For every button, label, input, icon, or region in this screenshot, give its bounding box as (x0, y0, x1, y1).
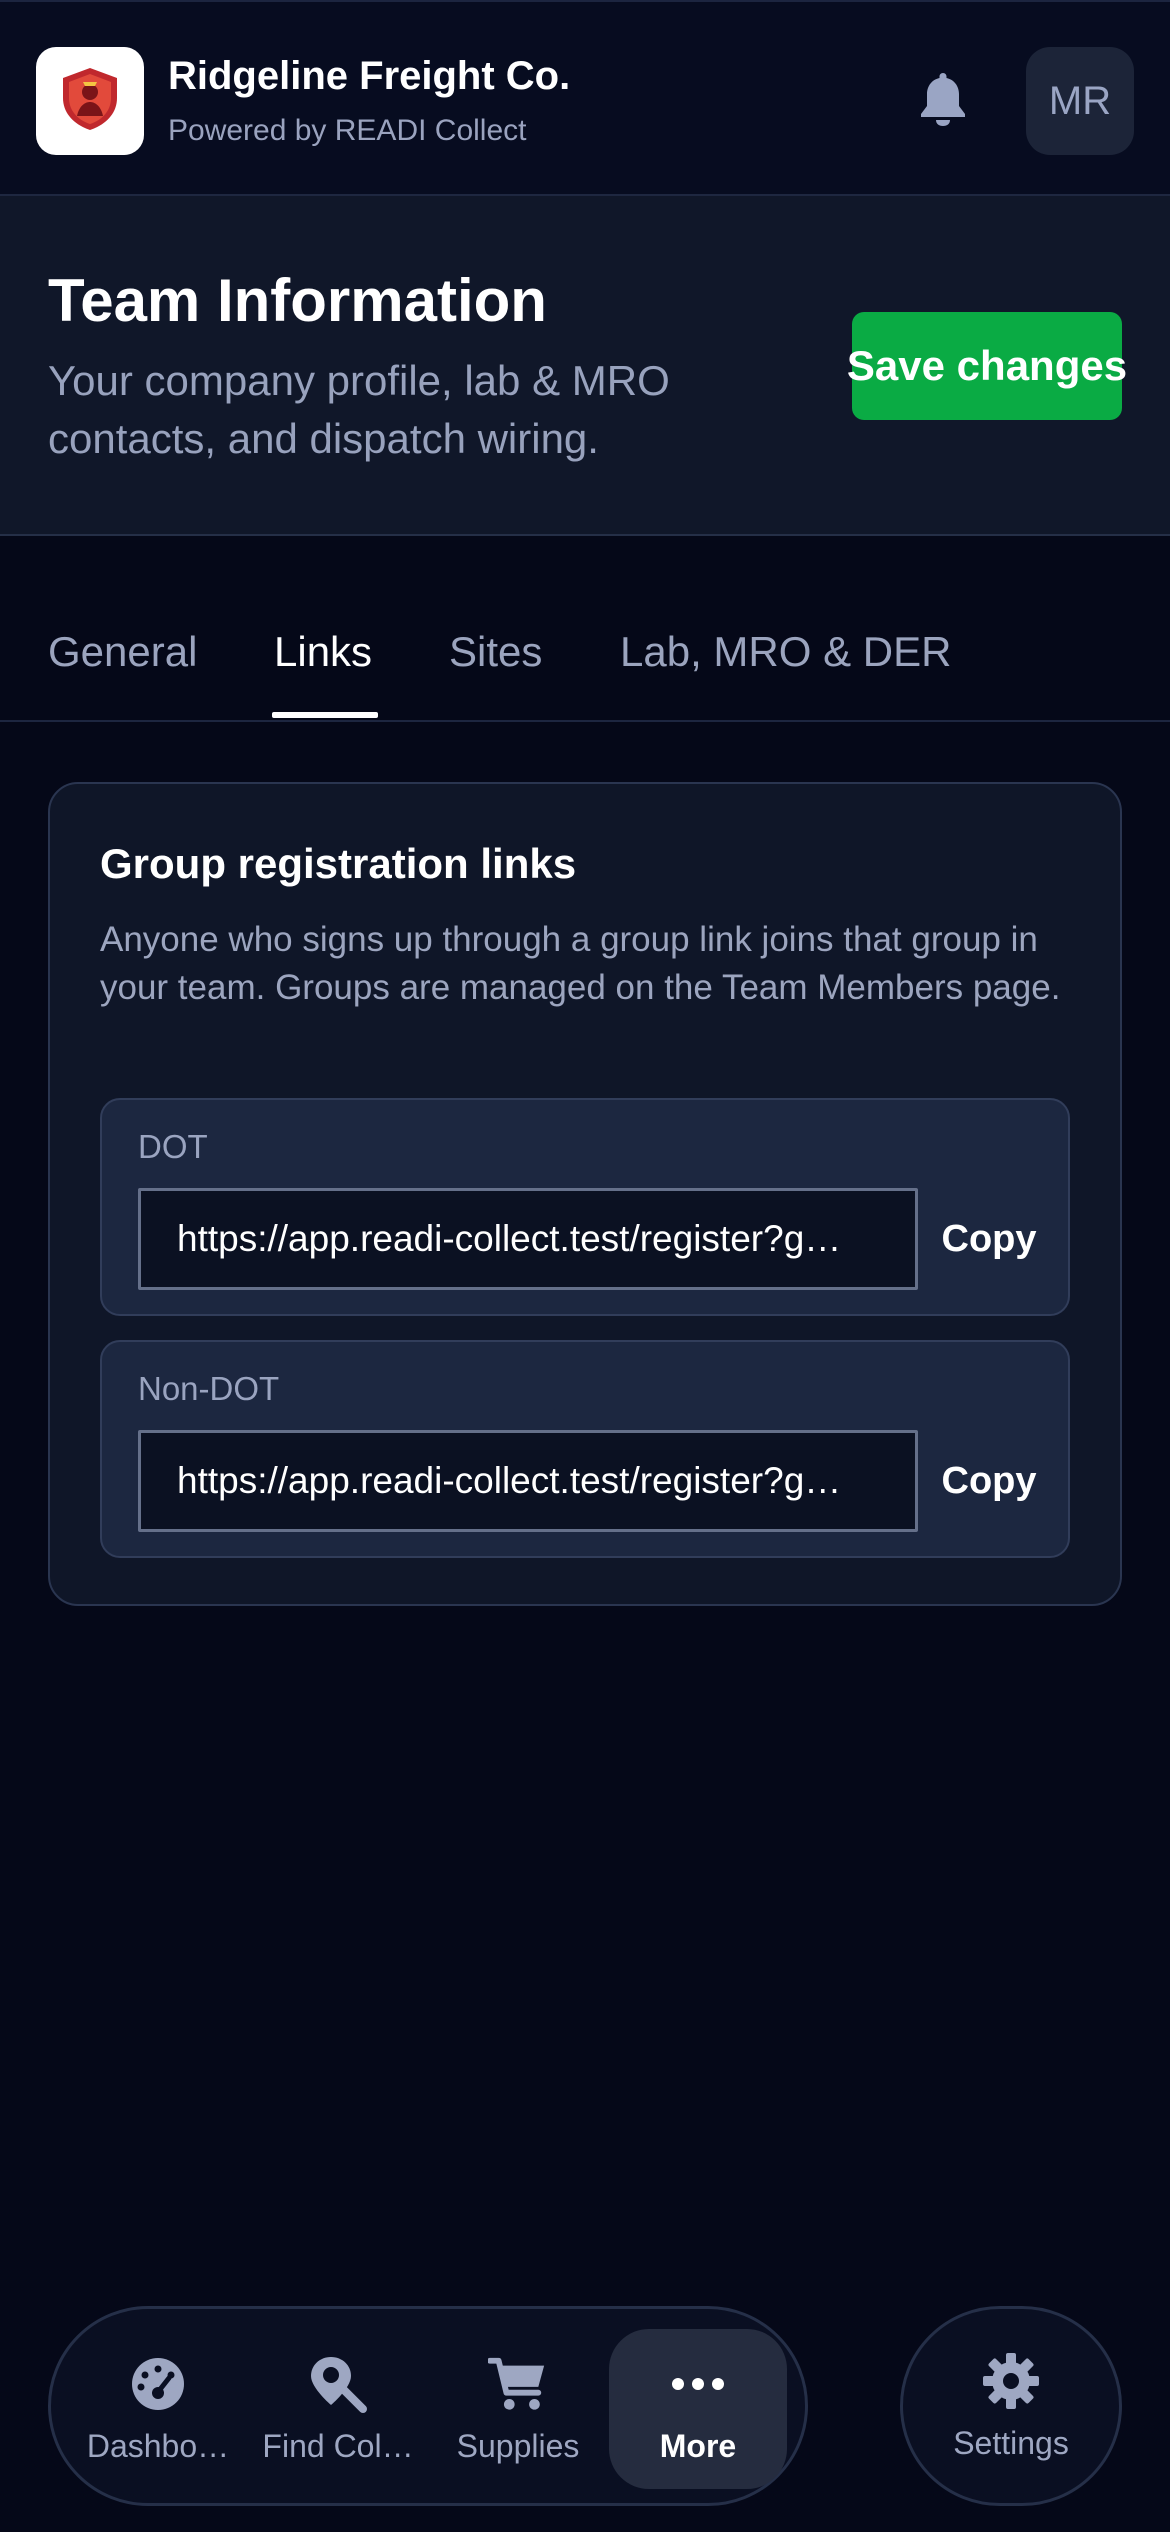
gear-icon (981, 2351, 1041, 2411)
more-dots-icon (668, 2354, 728, 2414)
bell-icon (917, 71, 969, 132)
company-logo[interactable] (36, 47, 144, 155)
tab-bar: General Links Sites Lab, MRO & DER (0, 536, 1170, 722)
link-block-dot: DOT https://app.readi-collect.test/regis… (100, 1098, 1070, 1316)
save-changes-button[interactable]: Save changes (847, 312, 1127, 420)
gauge-icon (128, 2354, 188, 2414)
non-dot-link-field[interactable]: https://app.readi-collect.test/register?… (138, 1430, 918, 1532)
nav-item-find-collection[interactable]: Find Col… (249, 2329, 427, 2489)
active-tab-indicator (272, 712, 378, 718)
dot-link-field[interactable]: https://app.readi-collect.test/register?… (138, 1188, 918, 1290)
nav-item-supplies[interactable]: Supplies (429, 2329, 607, 2489)
tab-links[interactable]: Links (274, 628, 372, 676)
nav-label: Settings (953, 2424, 1069, 2461)
location-search-icon (308, 2354, 368, 2414)
page-description: Your company profile, lab & MRO contacts… (48, 357, 670, 462)
link-label: Non-DOT (138, 1370, 280, 1407)
nav-item-dashboard[interactable]: Dashbo… (69, 2329, 247, 2489)
nav-item-more[interactable]: More (609, 2329, 787, 2489)
nav-label: Find Col… (262, 2427, 414, 2464)
nav-item-settings[interactable]: Settings (900, 2306, 1122, 2506)
nav-label: More (659, 2427, 737, 2464)
tab-sites[interactable]: Sites (449, 628, 542, 676)
app-header: Ridgeline Freight Co. Powered by READI C… (0, 0, 1170, 196)
link-label: DOT (138, 1128, 208, 1165)
tab-lab-mro-der[interactable]: Lab, MRO & DER (620, 628, 951, 676)
card-description: Anyone who signs up through a group link… (100, 920, 1061, 1007)
user-avatar[interactable]: MR (1026, 47, 1134, 155)
page-title: Team Information (48, 267, 547, 334)
link-url: https://app.readi-collect.test/register?… (177, 1460, 842, 1501)
nav-label: Supplies (456, 2427, 580, 2464)
powered-by-text: Powered by READI Collect (168, 114, 527, 147)
tab-general[interactable]: General (48, 628, 197, 676)
bottom-nav: Dashbo… Find Col… Supplies More (48, 2306, 808, 2506)
copy-dot-link-button[interactable]: Copy (934, 1188, 1044, 1290)
company-name: Ridgeline Freight Co. (168, 54, 571, 98)
page-header: Team Information Your company profile, l… (0, 196, 1170, 536)
copy-non-dot-link-button[interactable]: Copy (934, 1430, 1044, 1532)
nav-label: Dashbo… (86, 2427, 230, 2464)
cart-icon (488, 2354, 548, 2414)
group-links-card: Group registration links Anyone who sign… (48, 782, 1122, 1606)
link-url: https://app.readi-collect.test/register?… (177, 1218, 842, 1259)
notifications-button[interactable] (912, 70, 974, 132)
shield-badge-icon (55, 64, 125, 139)
link-block-non-dot: Non-DOT https://app.readi-collect.test/r… (100, 1340, 1070, 1558)
card-title: Group registration links (100, 840, 577, 887)
